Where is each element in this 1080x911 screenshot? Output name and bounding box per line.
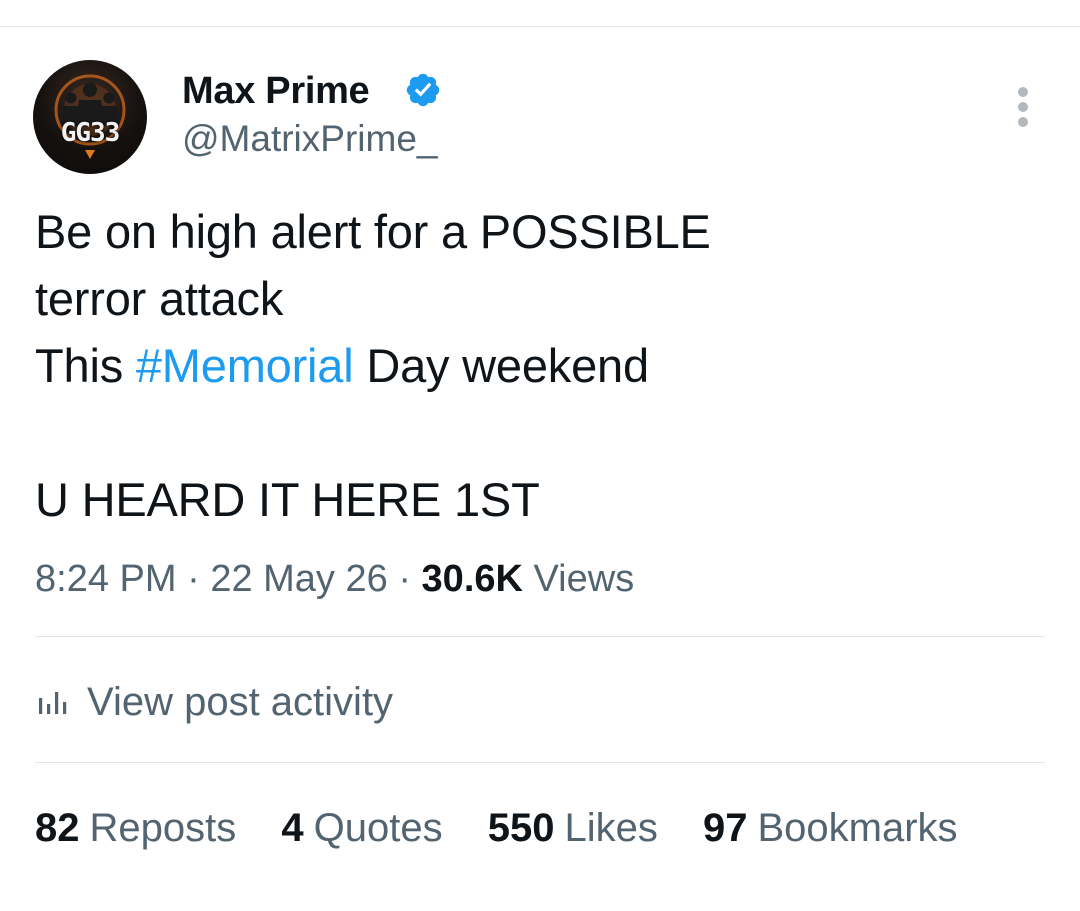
more-dot-icon (1018, 117, 1028, 127)
divider (35, 636, 1045, 637)
quotes-stat[interactable]: 4 Quotes (281, 804, 442, 852)
post-line: This #Memorial Day weekend (35, 332, 1035, 399)
divider (35, 762, 1045, 763)
post-line: U HEARD IT HERE 1ST (35, 473, 540, 526)
bookmarks-count: 97 (702, 806, 748, 850)
display-name[interactable]: Max Prime (182, 68, 370, 114)
post-date[interactable]: 22 May 26 (210, 558, 387, 600)
more-options-button[interactable] (1005, 86, 1041, 128)
reposts-label: Reposts (89, 806, 237, 850)
post-time[interactable]: 8:24 PM (35, 558, 177, 600)
avatar[interactable]: GG33 (33, 60, 147, 174)
avatar-logo-text: GG33 (60, 118, 121, 148)
engagement-stats: 82 Reposts 4 Quotes 550 Likes 97 Bookmarks (35, 804, 992, 852)
quotes-label: Quotes (313, 806, 443, 850)
views-count: 30.6K (421, 558, 523, 600)
more-dot-icon (1018, 87, 1028, 97)
meta-separator: · (398, 558, 411, 600)
likes-count: 550 (487, 806, 555, 850)
post-line: terror attack (35, 272, 284, 325)
bookmarks-label: Bookmarks (757, 806, 958, 850)
post-text: Be on high alert for a POSSIBLE terror a… (35, 198, 1035, 533)
view-post-activity-label: View post activity (87, 680, 394, 724)
bookmarks-stat[interactable]: 97 Bookmarks (703, 804, 958, 852)
user-handle[interactable]: @MatrixPrime_ (182, 117, 437, 161)
meta-separator: · (187, 558, 200, 600)
top-divider (0, 26, 1080, 27)
post-line: Be on high alert for a POSSIBLE (35, 205, 711, 258)
more-dot-icon (1018, 102, 1028, 112)
likes-label: Likes (564, 806, 658, 850)
views-label: Views (533, 558, 635, 600)
likes-stat[interactable]: 550 Likes (488, 804, 658, 852)
hashtag-link[interactable]: #Memorial (136, 339, 354, 392)
reposts-stat[interactable]: 82 Reposts (35, 804, 236, 852)
bar-chart-icon (39, 692, 67, 715)
quotes-count: 4 (281, 806, 304, 850)
post-meta: 8:24 PM · 22 May 26 · 30.6K Views (35, 556, 634, 602)
verified-badge-icon (406, 73, 440, 107)
post-line-text: This (35, 339, 136, 392)
reposts-count: 82 (35, 806, 80, 850)
post-line-text: Day weekend (353, 339, 649, 392)
view-post-activity-link[interactable]: View post activity (35, 678, 393, 726)
avatar-artwork (54, 74, 126, 159)
